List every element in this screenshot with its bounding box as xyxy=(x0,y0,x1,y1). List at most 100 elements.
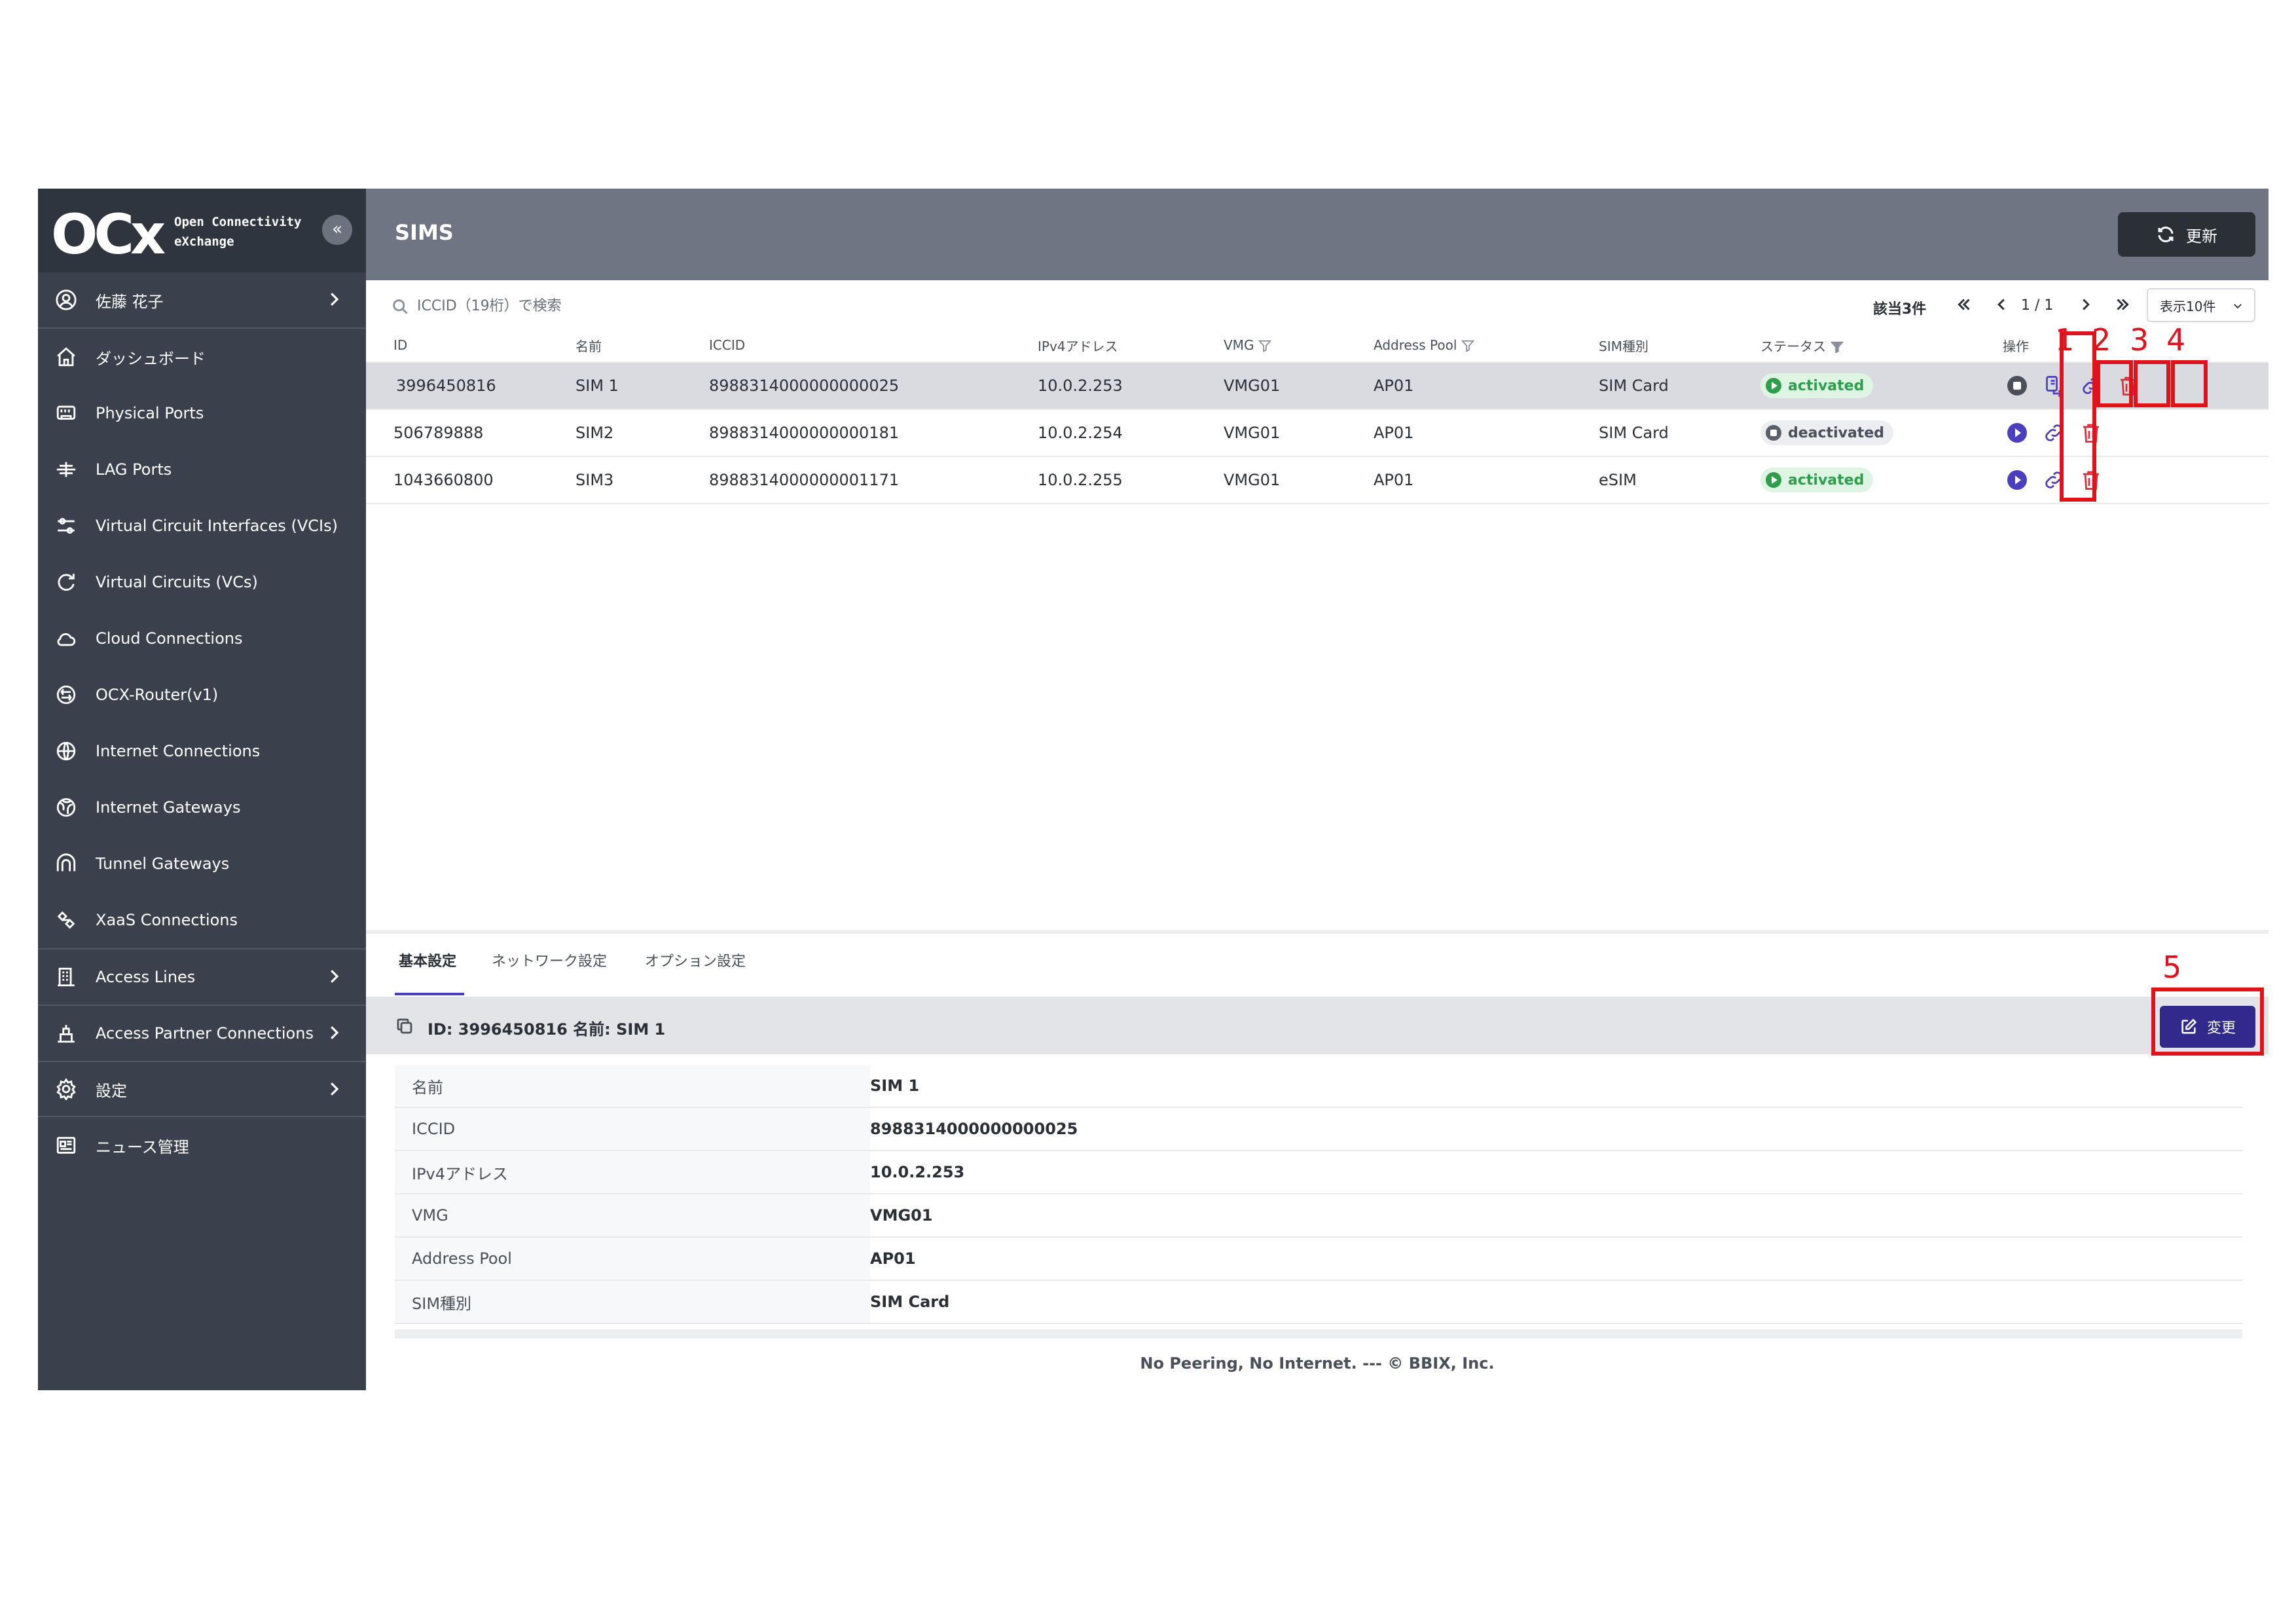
column-header-status[interactable]: ステータス xyxy=(1760,329,2000,363)
ocx-logo[interactable]: OCx xyxy=(51,207,166,262)
sidebar-item-vcis[interactable]: Virtual Circuit Interfaces (VCIs) xyxy=(38,498,366,554)
page-size-value: 表示10件 xyxy=(2160,298,2216,314)
filter-icon[interactable] xyxy=(1830,340,1844,354)
sidebar-user[interactable]: 佐藤 花子 xyxy=(38,272,366,329)
detail-tabs: 基本設定 ネットワーク設定 オプション設定 xyxy=(366,935,2269,982)
sidebar-item-tunnel-gateways[interactable]: Tunnel Gateways xyxy=(38,836,366,892)
detail-row: VMG VMG01 xyxy=(395,1194,2242,1238)
sidebar-item-internet-gateways[interactable]: Internet Gateways xyxy=(38,779,366,836)
search-input[interactable] xyxy=(416,291,877,321)
sidebar-item-lag-ports[interactable]: LAG Ports xyxy=(38,441,366,498)
field-value: 8988314000000000025 xyxy=(870,1107,2242,1151)
copy-icon[interactable] xyxy=(395,1016,414,1036)
annotation-box-4 xyxy=(2171,360,2208,407)
sidebar-item-internet-connections[interactable]: Internet Connections xyxy=(38,723,366,779)
tab-option-settings[interactable]: オプション設定 xyxy=(645,950,746,970)
cell-id: 3996450816 xyxy=(366,362,575,410)
panel-divider xyxy=(366,930,2269,934)
column-header-vmg[interactable]: VMG xyxy=(1224,329,1374,363)
filter-icon[interactable] xyxy=(1258,339,1272,353)
user-icon xyxy=(55,289,77,311)
column-header-ipv4[interactable]: IPv4アドレス xyxy=(1038,329,1224,363)
globe-icon xyxy=(55,740,77,762)
sliders-icon xyxy=(55,515,77,537)
cell-ipv4: 10.0.2.255 xyxy=(1038,456,1224,504)
cell-name: SIM2 xyxy=(575,409,709,457)
sidebar-item-physical-ports[interactable]: Physical Ports xyxy=(38,385,366,441)
cell-ipv4: 10.0.2.254 xyxy=(1038,409,1224,457)
play-icon[interactable] xyxy=(2005,468,2029,492)
sidebar-item-label: Internet Connections xyxy=(96,742,261,760)
refresh-button[interactable]: 更新 xyxy=(2118,212,2255,257)
sidebar-item-ocx-router[interactable]: OCX-Router(v1) xyxy=(38,667,366,723)
field-value: SIM Card xyxy=(870,1280,2242,1324)
annotation-number-3: 3 xyxy=(2130,322,2149,358)
footer-text: No Peering, No Internet. --- © BBIX, Inc… xyxy=(1140,1354,1495,1373)
chevron-right-icon xyxy=(324,1079,344,1099)
cell-ops xyxy=(2000,409,2269,457)
table-row[interactable]: 506789888 SIM2 8988314000000000181 10.0.… xyxy=(366,409,2269,457)
tab-network-settings[interactable]: ネットワーク設定 xyxy=(492,950,607,970)
next-page-icon[interactable] xyxy=(2076,295,2096,314)
field-key: VMG xyxy=(395,1194,870,1238)
play-icon[interactable] xyxy=(2005,421,2029,445)
cell-iccid: 8988314000000000025 xyxy=(709,362,1038,410)
column-header-iccid[interactable]: ICCID xyxy=(709,329,1038,363)
table-row[interactable]: 1043660800 SIM3 8988314000000001171 10.0… xyxy=(366,456,2269,504)
cell-sim-type: SIM Card xyxy=(1599,362,1760,410)
sidebar-item-access-lines[interactable]: Access Lines xyxy=(38,948,366,1005)
column-header-label: Address Pool xyxy=(1374,337,1457,353)
detail-row: SIM種別 SIM Card xyxy=(395,1280,2242,1324)
annotation-box-2 xyxy=(2096,360,2133,407)
sidebar-item-news[interactable]: ニュース管理 xyxy=(38,1117,366,1173)
xaas-icon xyxy=(55,909,77,931)
first-page-icon[interactable] xyxy=(1954,295,1974,314)
play-status-icon xyxy=(1766,378,1781,394)
stop-icon[interactable] xyxy=(2005,374,2029,397)
sidebar-item-access-partner-connections[interactable]: Access Partner Connections xyxy=(38,1005,366,1061)
column-header-sim-type[interactable]: SIM種別 xyxy=(1599,329,1760,363)
sidebar-user-name: 佐藤 花子 xyxy=(96,292,164,311)
annotation-number-4: 4 xyxy=(2166,322,2186,358)
column-header-id[interactable]: ID xyxy=(366,329,575,363)
active-tab-indicator xyxy=(395,993,464,995)
page-size-select[interactable]: 表示10件 xyxy=(2147,288,2255,322)
detail-row: 名前 SIM 1 xyxy=(395,1065,2242,1108)
column-header-label: VMG xyxy=(1224,337,1254,353)
sims-table: ID 名前 ICCID IPv4アドレス VMG Address Pool SI… xyxy=(366,329,2269,504)
column-header-address-pool[interactable]: Address Pool xyxy=(1374,329,1599,363)
column-header-name[interactable]: 名前 xyxy=(575,329,709,363)
building-icon xyxy=(55,966,77,988)
table-row[interactable]: 3996450816 SIM 1 8988314000000000025 10.… xyxy=(366,362,2269,410)
status-badge: activated xyxy=(1760,373,1874,398)
field-key: ICCID xyxy=(395,1107,870,1151)
result-count: 該当3件 xyxy=(1873,301,1927,318)
cell-iccid: 8988314000000001171 xyxy=(709,456,1038,504)
sidebar-item-label: Cloud Connections xyxy=(96,629,243,648)
sidebar-item-vcs[interactable]: Virtual Circuits (VCs) xyxy=(38,554,366,610)
cell-iccid: 8988314000000000181 xyxy=(709,409,1038,457)
chevron-right-icon xyxy=(324,289,344,309)
last-page-icon[interactable] xyxy=(2113,295,2132,314)
stop-status-icon xyxy=(1766,425,1781,441)
sidebar-item-xaas-connections[interactable]: XaaS Connections xyxy=(38,892,366,948)
cloud-icon xyxy=(55,627,77,650)
sidebar-item-settings[interactable]: 設定 xyxy=(38,1061,366,1117)
chevron-down-icon xyxy=(2234,304,2242,309)
lag-icon xyxy=(55,458,77,481)
sidebar-item-dashboard[interactable]: ダッシュボード xyxy=(38,329,366,385)
collapse-sidebar-button[interactable]: « xyxy=(322,215,352,245)
status-badge: deactivated xyxy=(1760,420,1893,445)
status-label: activated xyxy=(1788,377,1865,394)
sidebar-item-label: 設定 xyxy=(96,1081,127,1100)
newspaper-icon xyxy=(55,1134,77,1156)
tab-basic-settings[interactable]: 基本設定 xyxy=(399,950,456,970)
filter-icon[interactable] xyxy=(1461,339,1475,353)
detail-fields-table: 名前 SIM 1 ICCID 8988314000000000025 IPv4アドレ… xyxy=(395,1065,2242,1324)
sidebar-item-cloud-connections[interactable]: Cloud Connections xyxy=(38,610,366,667)
sidebar-item-label: XaaS Connections xyxy=(96,911,238,929)
field-value: VMG01 xyxy=(870,1194,2242,1238)
cell-status: activated xyxy=(1760,456,2000,504)
prev-page-icon[interactable] xyxy=(1992,295,2011,314)
status-label: activated xyxy=(1788,471,1865,489)
